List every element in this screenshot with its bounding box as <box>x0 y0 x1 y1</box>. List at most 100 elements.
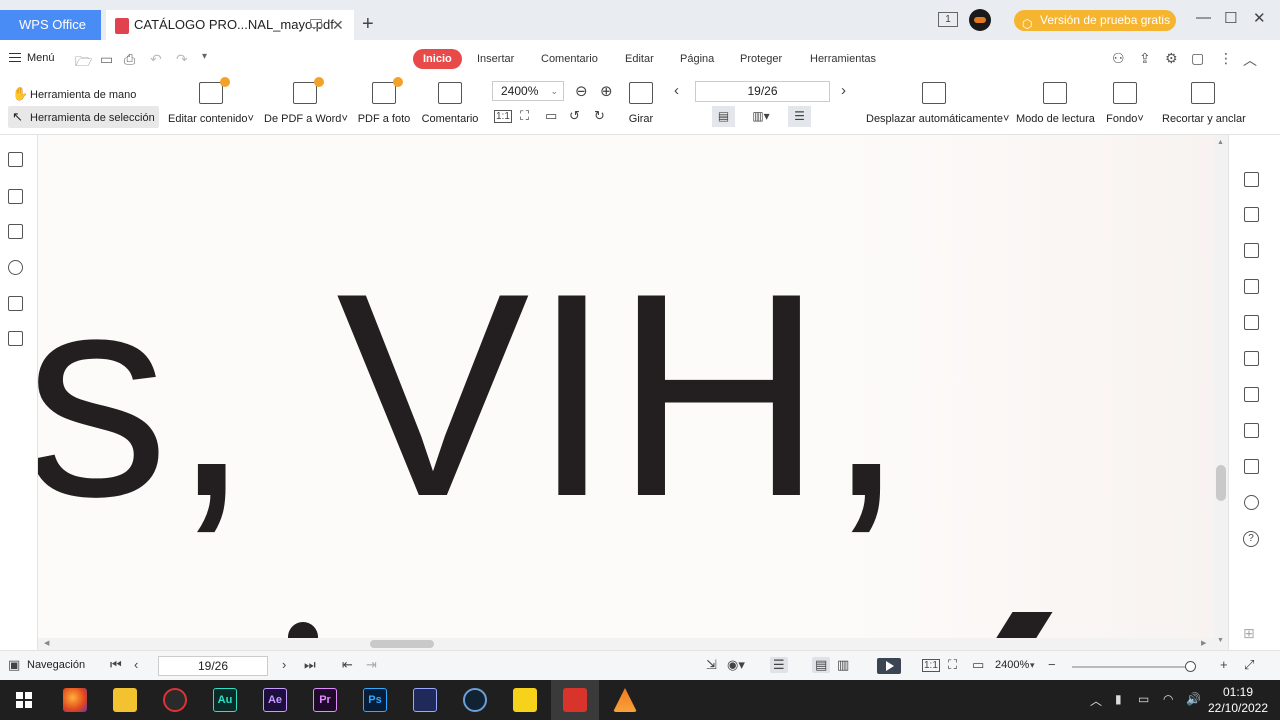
zoom-slider[interactable] <box>1072 661 1196 672</box>
close-tab-icon[interactable]: ✕ <box>332 10 344 40</box>
file-explorer-icon[interactable] <box>113 688 137 712</box>
next-page-icon[interactable]: › <box>841 82 846 99</box>
comment-button[interactable]: Comentario <box>420 78 480 135</box>
sticky-notes-icon[interactable] <box>513 688 537 712</box>
dual-page-view-button[interactable]: ▥▾ <box>746 106 776 127</box>
previous-page-icon[interactable]: ‹ <box>674 82 679 99</box>
next-page-icon[interactable]: › <box>282 657 286 672</box>
page-badge-icon[interactable]: 1 <box>938 12 958 27</box>
zoom-out-icon[interactable]: − <box>1048 657 1056 672</box>
vlc-icon[interactable] <box>613 688 637 712</box>
zoom-select[interactable]: 2400% ⌄ <box>492 81 564 101</box>
single-page-view-button[interactable]: ▤ <box>712 106 735 127</box>
select-tool-button[interactable]: ↖ Herramienta de selección <box>8 106 159 128</box>
annotate-icon[interactable] <box>1244 279 1259 294</box>
scroll-right-icon[interactable]: ▶ <box>1201 639 1206 647</box>
trial-button[interactable]: ⬡ Versión de prueba gratis <box>1014 10 1176 31</box>
wps-pdf-icon[interactable] <box>563 688 587 712</box>
fit-width-icon[interactable]: ▭ <box>545 108 557 124</box>
media-encoder-icon[interactable] <box>413 688 437 712</box>
pdf-to-photo-button[interactable]: PDF a foto <box>356 77 412 135</box>
chevron-down-icon[interactable]: ▾ <box>202 51 207 62</box>
back-icon[interactable]: ⇤ <box>342 657 353 673</box>
vertical-scrollbar[interactable]: ▲ ▼ <box>1214 135 1228 650</box>
apps-grid-icon[interactable]: ⊞ <box>1243 625 1255 642</box>
actual-size-icon[interactable]: 1:1 <box>494 110 512 123</box>
windows-start-icon[interactable] <box>16 692 32 708</box>
attachment-icon[interactable] <box>8 260 23 275</box>
minimize-icon[interactable]: — <box>1196 9 1211 26</box>
gear-icon[interactable]: ⚙ <box>1165 50 1178 67</box>
fit-icon[interactable]: ⇲ <box>706 657 717 673</box>
continuous-view-button[interactable]: ☰ <box>788 106 811 127</box>
thumbnail-icon[interactable] <box>8 189 23 204</box>
previous-page-icon[interactable]: ‹ <box>134 657 138 672</box>
more-icon[interactable]: ⋮ <box>1219 50 1233 67</box>
printer-icon[interactable] <box>1244 423 1259 438</box>
add-tab-button[interactable]: + <box>362 12 374 36</box>
scan-icon[interactable] <box>1244 459 1259 474</box>
rotate-button[interactable]: Girar <box>624 78 658 135</box>
navigation-panel-icon[interactable]: ▣ <box>8 657 20 673</box>
fit-page-icon[interactable]: ⛶ <box>948 657 957 673</box>
close-window-icon[interactable]: ✕ <box>1253 9 1266 27</box>
reading-mode-button[interactable]: Modo de lectura <box>1016 78 1095 135</box>
tab-proteger[interactable]: Proteger <box>740 49 782 69</box>
save-icon[interactable]: ▭ <box>100 51 113 68</box>
actual-size-icon[interactable]: 1:1 <box>922 659 940 672</box>
tab-editar[interactable]: Editar <box>625 49 654 69</box>
signature-icon[interactable] <box>8 296 23 311</box>
battery-icon[interactable]: ▭ <box>1138 692 1149 706</box>
edit-content-button[interactable]: Editar contenido˅ <box>168 77 254 135</box>
wifi-icon[interactable]: ◠ <box>1163 692 1173 706</box>
after-effects-icon[interactable]: Ae <box>263 688 287 712</box>
redo-icon[interactable]: ↷ <box>176 51 188 68</box>
search-icon[interactable] <box>1244 495 1259 510</box>
photoshop-icon[interactable]: Ps <box>363 688 387 712</box>
firefox-icon[interactable] <box>63 688 87 712</box>
collapse-ribbon-icon[interactable]: ︿ <box>1243 50 1257 70</box>
usb-icon[interactable]: ▮ <box>1115 692 1122 706</box>
open-folder-icon[interactable]: 🗁 <box>75 51 92 75</box>
status-zoom-value[interactable]: 2400% <box>995 659 1029 671</box>
premiere-icon[interactable]: Pr <box>313 688 337 712</box>
tab-wps-office[interactable]: WPS Office <box>0 10 101 40</box>
tab-insertar[interactable]: Insertar <box>477 49 514 69</box>
single-page-icon[interactable]: ▤ <box>812 657 831 673</box>
fullscreen-icon[interactable]: ⤢ <box>1244 657 1254 673</box>
scroll-up-icon[interactable]: ▲ <box>1217 139 1224 146</box>
chevron-down-icon[interactable]: ▾ <box>1030 660 1035 671</box>
comment-panel-icon[interactable] <box>8 224 23 239</box>
menu-button[interactable]: Menú <box>9 52 55 64</box>
tab-herramientas[interactable]: Herramientas <box>810 49 876 69</box>
last-page-icon[interactable]: ⏭ <box>304 657 316 673</box>
frame-icon[interactable] <box>1244 315 1259 330</box>
rotate-left-icon[interactable]: ↺ <box>569 108 580 124</box>
hand-tool-button[interactable]: ✋ Herramienta de mano <box>8 83 140 105</box>
screen-icon[interactable] <box>310 19 322 28</box>
eye-protect-icon[interactable]: ◉▾ <box>727 657 745 673</box>
pdf-to-word-button[interactable]: De PDF a Word˅ <box>264 77 348 135</box>
undo-icon[interactable]: ↶ <box>150 51 162 68</box>
zoom-in-icon[interactable]: + <box>1220 657 1228 672</box>
page-number-input[interactable]: 19/26 <box>695 81 830 102</box>
compare-icon[interactable] <box>1244 387 1259 402</box>
tab-comentario[interactable]: Comentario <box>541 49 598 69</box>
audition-icon[interactable]: Au <box>213 688 237 712</box>
zoom-slider-handle[interactable] <box>1185 661 1196 672</box>
fit-width-icon[interactable]: ▭ <box>972 657 984 673</box>
chat-icon[interactable]: ▢ <box>1191 50 1204 67</box>
continuous-page-icon[interactable]: ☰ <box>770 657 788 673</box>
auto-scroll-button[interactable]: Desplazar automáticamente˅ <box>866 78 1009 135</box>
dual-page-icon[interactable]: ▥ <box>837 657 849 673</box>
app-swirl-icon[interactable] <box>463 688 487 712</box>
tray-chevron-icon[interactable]: ︿ <box>1090 692 1102 709</box>
horizontal-scroll-thumb[interactable] <box>370 640 434 648</box>
forward-icon[interactable]: ⇥ <box>366 657 377 673</box>
share-icon[interactable]: ⇪ <box>1139 50 1151 67</box>
first-page-icon[interactable]: ⏮ <box>110 657 122 673</box>
scroll-down-icon[interactable]: ▼ <box>1217 637 1224 644</box>
background-button[interactable]: Fondo˅ <box>1104 78 1146 135</box>
bookmark-icon[interactable] <box>8 152 23 167</box>
crop-anchor-button[interactable]: Recortar y anclar <box>1162 78 1246 135</box>
